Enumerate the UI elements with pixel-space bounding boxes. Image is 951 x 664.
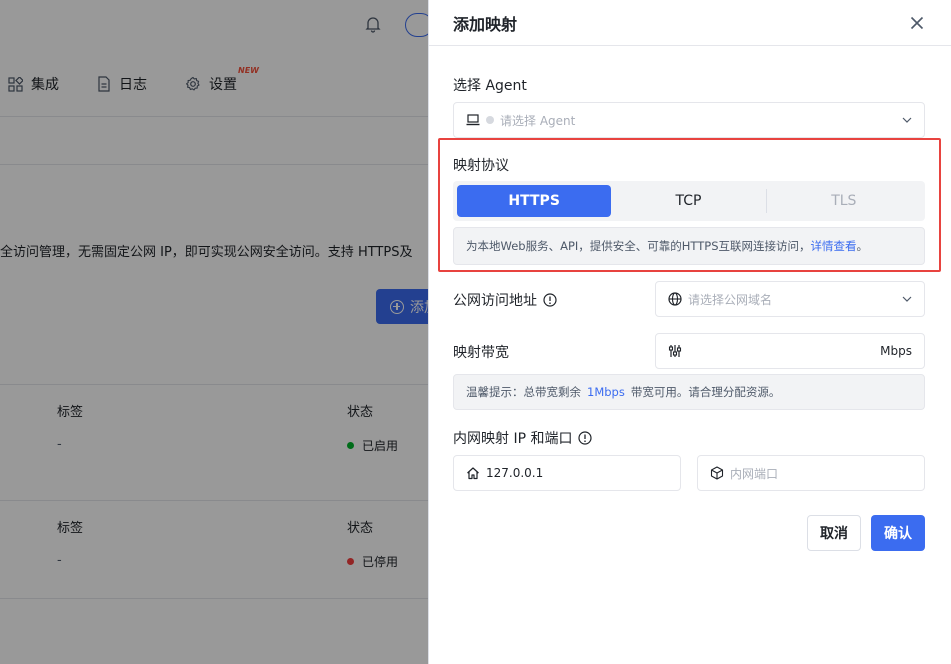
info-icon[interactable] bbox=[578, 431, 593, 445]
bandwidth-unit: Mbps bbox=[880, 344, 912, 358]
chevron-down-icon bbox=[902, 296, 912, 302]
drawer-title: 添加映射 bbox=[453, 14, 518, 34]
confirm-button[interactable]: 确认 bbox=[871, 515, 925, 551]
chevron-down-icon bbox=[902, 117, 912, 123]
home-icon bbox=[467, 467, 479, 480]
internal-port-input[interactable]: 内网端口 bbox=[697, 455, 925, 491]
public-domain-placeholder: 请选择公网域名 bbox=[688, 292, 773, 307]
bandwidth-input[interactable]: Mbps bbox=[655, 333, 925, 369]
tip-suffix: 带宽可用。请合理分配资源。 bbox=[630, 385, 781, 399]
tip-prefix: 温馨提示：总带宽剩余 bbox=[466, 385, 581, 399]
cube-icon bbox=[710, 466, 724, 480]
sliders-icon bbox=[668, 345, 682, 357]
agent-label-text: 选择 Agent bbox=[453, 78, 527, 94]
laptop-icon bbox=[466, 114, 480, 126]
close-icon[interactable] bbox=[907, 13, 927, 33]
tip-highlight: 1Mbps bbox=[587, 385, 625, 399]
info-icon[interactable] bbox=[543, 293, 557, 307]
internal-port-placeholder: 内网端口 bbox=[730, 466, 779, 481]
bandwidth-tip: 温馨提示：总带宽剩余 1Mbps 带宽可用。请合理分配资源。 bbox=[453, 374, 925, 410]
bandwidth-label-text: 映射带宽 bbox=[453, 345, 509, 361]
bandwidth-label: 映射带宽 bbox=[453, 342, 509, 362]
internal-ip-input[interactable]: 127.0.0.1 bbox=[453, 455, 681, 491]
public-domain-select[interactable]: 请选择公网域名 bbox=[655, 281, 925, 317]
globe-icon bbox=[668, 292, 682, 306]
protocol-highlight-frame bbox=[438, 138, 941, 272]
public-address-label: 公网访问地址 bbox=[453, 290, 557, 310]
internal-address-label: 内网映射 IP 和端口 bbox=[453, 428, 593, 448]
internal-address-label-text: 内网映射 IP 和端口 bbox=[453, 431, 573, 447]
drawer-header: 添加映射 bbox=[429, 0, 951, 46]
public-address-label-text: 公网访问地址 bbox=[453, 293, 537, 309]
agent-label: 选择 Agent bbox=[453, 75, 527, 95]
agent-select[interactable]: 请选择 Agent bbox=[453, 102, 925, 138]
agent-status-dot bbox=[486, 116, 494, 124]
agent-placeholder: 请选择 Agent bbox=[500, 113, 576, 128]
internal-ip-value: 127.0.0.1 bbox=[486, 466, 544, 480]
cancel-button[interactable]: 取消 bbox=[807, 515, 861, 551]
add-mapping-drawer: 添加映射 选择 Agent 请选择 Agent 映射协议 HTTPS TCP T… bbox=[428, 0, 951, 664]
